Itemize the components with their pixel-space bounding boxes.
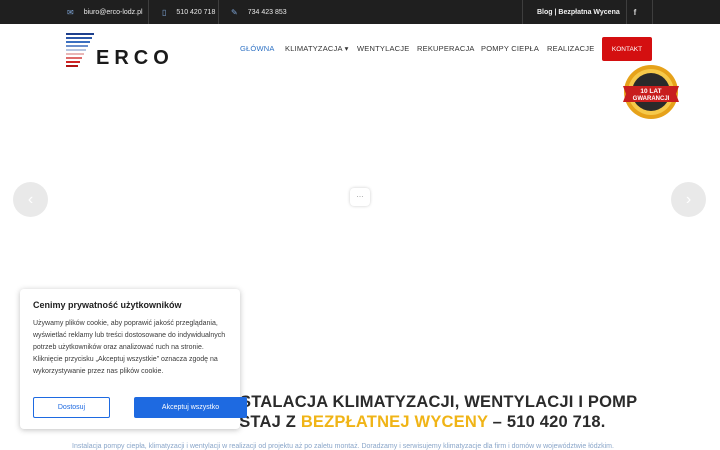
headline-line1-text: STALACJA KLIMATYZACJI, WENTYLACJI I POMP bbox=[240, 393, 638, 411]
cookie-body: Używamy plików cookie, aby poprawić jako… bbox=[33, 320, 226, 375]
phone1-link[interactable]: ▯ 510 420 718 bbox=[162, 0, 215, 24]
phone2-text: 734 423 853 bbox=[247, 8, 287, 16]
cookie-title: Cenimy prywatność użytkowników bbox=[33, 300, 182, 310]
badge-line1: 10 LAT bbox=[640, 88, 661, 95]
caret-down-icon: ▾ bbox=[344, 44, 349, 53]
headline-line2-suffix: – 510 420 718. bbox=[487, 413, 606, 431]
logo-text: ERCO bbox=[96, 47, 174, 69]
customize-button[interactable]: Dostosuj bbox=[33, 397, 110, 418]
logo-stripe bbox=[66, 33, 94, 35]
logo-stripe bbox=[66, 53, 84, 55]
divider bbox=[218, 0, 219, 24]
nav-item-wentylacje[interactable]: WENTYLACJE bbox=[357, 44, 409, 53]
logo-stripe bbox=[66, 37, 92, 39]
phone-icon: ▯ bbox=[162, 7, 167, 17]
nav-item-klimatyzacja[interactable]: KLIMATYZACJA ▾ bbox=[285, 44, 349, 53]
contact-button[interactable]: KONTAKT bbox=[602, 37, 652, 61]
chevron-right-icon: › bbox=[685, 190, 692, 208]
divider bbox=[148, 0, 149, 24]
loading-spinner-icon: ⋯ bbox=[350, 188, 370, 206]
logo-stripe bbox=[66, 49, 86, 51]
phone1-text: 510 420 718 bbox=[176, 8, 216, 16]
logo-stripe bbox=[66, 45, 88, 47]
nav-item-label: KLIMATYZACJA bbox=[285, 44, 343, 53]
nav-item-pompy-ciepla[interactable]: POMPY CIEPŁA bbox=[481, 44, 539, 53]
cookie-consent-dialog: Cenimy prywatność użytkowników Używamy p… bbox=[20, 289, 247, 429]
logo-stripe bbox=[66, 65, 78, 67]
wrench-icon: ✎ bbox=[231, 7, 238, 17]
blog-wycena-links[interactable]: Blog | Bezpłatna Wycena bbox=[537, 0, 620, 24]
facebook-icon[interactable]: f bbox=[630, 0, 640, 24]
nav-item-rekuperacja[interactable]: REKUPERACJA bbox=[417, 44, 475, 53]
headline-highlight: BEZPŁATNEJ WYCENY bbox=[300, 413, 488, 431]
nav-item-realizacje[interactable]: REALIZACJE bbox=[547, 44, 594, 53]
logo-stripe bbox=[66, 61, 80, 63]
accept-all-button[interactable]: Akceptuj wszystko bbox=[134, 397, 247, 418]
envelope-icon: ✉ bbox=[67, 7, 74, 17]
divider bbox=[522, 0, 523, 24]
warranty-badge: 10 LAT GWARANCJI bbox=[623, 65, 679, 119]
badge-line2: GWARANCJI bbox=[633, 96, 670, 102]
phone2-link[interactable]: ✎ 734 423 853 bbox=[231, 0, 287, 24]
logo-stripe bbox=[66, 41, 90, 43]
divider bbox=[652, 0, 653, 24]
erco-logo[interactable]: ERCO bbox=[66, 33, 176, 69]
nav-item-glowna[interactable]: GŁÓWNA bbox=[240, 44, 275, 53]
divider bbox=[626, 0, 627, 24]
slider-prev-button[interactable]: ‹ bbox=[13, 182, 48, 217]
email-text: biuro@erco-lodz.pl bbox=[83, 8, 143, 16]
logo-stripe bbox=[66, 57, 82, 59]
email-link[interactable]: ✉ biuro@erco-lodz.pl bbox=[67, 0, 143, 24]
intro-text: Instalacja pompy ciepła, klimatyzacji i … bbox=[72, 443, 614, 450]
chevron-left-icon: ‹ bbox=[27, 190, 34, 208]
slider-next-button[interactable]: › bbox=[671, 182, 706, 217]
top-bar: ✉ biuro@erco-lodz.pl ▯ 510 420 718 ✎ 734… bbox=[0, 0, 720, 24]
